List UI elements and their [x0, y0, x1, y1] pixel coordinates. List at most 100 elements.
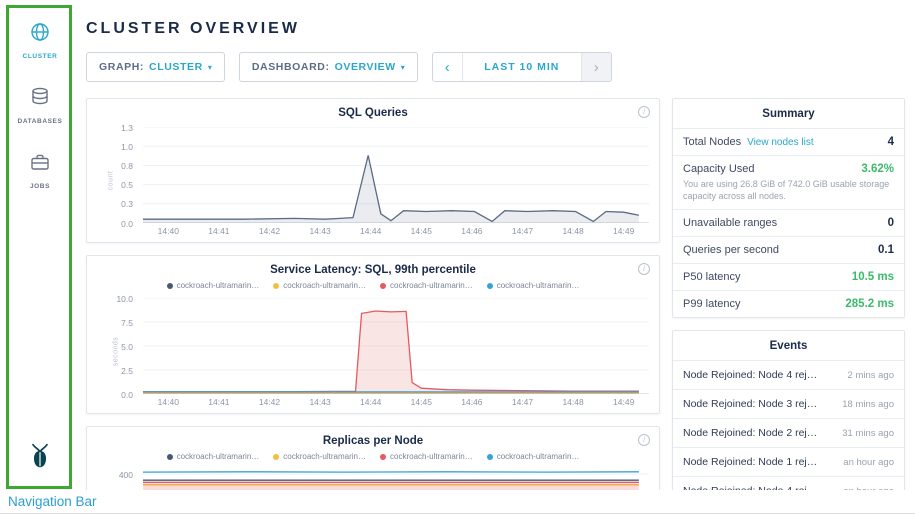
y-axis-labels: 0.00.30.50.81.01.3 [97, 127, 139, 223]
event-row[interactable]: Node Rejoined: Node 2 rej…31 mins ago [673, 418, 904, 447]
sidebar-item-jobs[interactable]: JOBS [29, 151, 51, 190]
legend-dot [487, 454, 493, 460]
main-content: CLUSTER OVERVIEW GRAPH: CLUSTER ▾ DASHBO… [86, 12, 660, 490]
legend-item[interactable]: cockroach-ultramarin… [487, 281, 580, 290]
chart-title: Replicas per Node [97, 435, 649, 447]
legend-dot [167, 283, 173, 289]
x-tick-label: 14:48 [562, 397, 583, 407]
info-icon[interactable]: i [638, 263, 650, 275]
jobs-briefcase-icon [29, 151, 51, 178]
y-tick-label: 400 [119, 470, 133, 480]
summary-row: Total NodesView nodes list4 [673, 128, 904, 155]
event-time: 18 mins ago [842, 399, 894, 410]
summary-row-line: Queries per second0.1 [683, 244, 894, 256]
sidebar-item-databases[interactable]: DATABASES [18, 86, 63, 125]
legend-item[interactable]: cockroach-ultramarin… [380, 281, 473, 290]
summary-row: Unavailable ranges0 [673, 209, 904, 236]
chart-legend: cockroach-ultramarin… cockroach-ultramari… [97, 452, 649, 461]
x-tick-label: 14:49 [613, 226, 634, 236]
y-axis-labels: 400 [97, 469, 139, 490]
x-tick-label: 14:46 [461, 397, 482, 407]
x-tick-label: 14:47 [512, 226, 533, 236]
summary-value: 285.2 ms [845, 298, 894, 310]
annotation-caption: Navigation Bar [8, 494, 97, 509]
legend-item[interactable]: cockroach-ultramarin… [273, 452, 366, 461]
view-nodes-list-link[interactable]: View nodes list [747, 137, 814, 148]
x-tick-label: 14:44 [360, 397, 381, 407]
legend-label: cockroach-ultramarin… [177, 281, 260, 290]
time-range-label[interactable]: LAST 10 MIN [463, 53, 581, 81]
summary-label: P50 latency [683, 271, 740, 283]
y-tick-label: 7.5 [121, 318, 133, 328]
event-text: Node Rejoined: Node 3 rej… [683, 398, 817, 410]
legend-dot [380, 283, 386, 289]
page-divider [0, 513, 915, 514]
summary-row-line: P99 latency 285.2 ms [683, 298, 894, 310]
chart-plot-area: count 0.00.30.50.81.01.3 14:4014:4114:42… [97, 127, 649, 238]
chart-title: SQL Queries [97, 107, 649, 119]
summary-row: Capacity Used3.62%You are using 26.8 GiB… [673, 155, 904, 209]
graph-dropdown[interactable]: GRAPH: CLUSTER ▾ [86, 52, 225, 82]
x-tick-label: 14:45 [411, 397, 432, 407]
summary-panel: Summary Total NodesView nodes list4Capac… [672, 98, 905, 318]
summary-row: Queries per second0.1 [673, 236, 904, 263]
cockroachdb-logo[interactable] [27, 442, 53, 475]
chart-panel-sql-queries: SQL Queries i count 0.00.30.50.81.01.3 1… [86, 98, 660, 243]
summary-row-line: Total NodesView nodes list4 [683, 136, 894, 148]
sidebar-item-label: CLUSTER [23, 53, 58, 60]
summary-row-line: P50 latency10.5 ms [683, 271, 894, 283]
event-time: an hour ago [843, 486, 894, 490]
chart-panel-replicas-per-node: Replicas per Node i cockroach-ultramarin… [86, 426, 660, 490]
time-next-button[interactable]: › [581, 53, 611, 81]
dashboard-dropdown[interactable]: DASHBOARD: OVERVIEW ▾ [239, 52, 418, 82]
x-tick-label: 14:43 [309, 226, 330, 236]
legend-label: cockroach-ultramarin… [497, 452, 580, 461]
event-row[interactable]: Node Rejoined: Node 4 rej…2 mins ago [673, 360, 904, 389]
event-text: Node Rejoined: Node 4 rej… [683, 485, 817, 490]
y-tick-label: 0.0 [121, 390, 133, 400]
sidebar-item-label: DATABASES [18, 118, 63, 125]
x-tick-label: 14:43 [309, 397, 330, 407]
x-tick-label: 14:45 [411, 226, 432, 236]
summary-label: Unavailable ranges [683, 217, 777, 229]
x-tick-label: 14:46 [461, 226, 482, 236]
cluster-globe-icon [29, 21, 51, 48]
legend-item[interactable]: cockroach-ultramarin… [167, 281, 260, 290]
y-tick-label: 0.5 [121, 180, 133, 190]
info-icon[interactable]: i [638, 106, 650, 118]
summary-label: Total Nodes [683, 136, 741, 148]
events-title: Events [673, 331, 904, 360]
page-title: CLUSTER OVERVIEW [86, 20, 660, 38]
chart-panel-service-latency: Service Latency: SQL, 99th percentile i … [86, 255, 660, 414]
summary-note: You are using 26.8 GiB of 742.0 GiB usab… [683, 178, 894, 202]
event-row[interactable]: Node Rejoined: Node 1 rej…an hour ago [673, 447, 904, 476]
events-rows: Node Rejoined: Node 4 rej…2 mins agoNode… [673, 360, 904, 490]
summary-row: P50 latency10.5 ms [673, 263, 904, 290]
y-tick-label: 0.0 [121, 219, 133, 229]
chevron-down-icon: ▾ [401, 63, 405, 72]
event-row[interactable]: Node Rejoined: Node 4 rej… an hour ago [673, 476, 904, 490]
event-row[interactable]: Node Rejoined: Node 3 rej… 18 mins ago [673, 389, 904, 418]
summary-label: P99 latency [683, 298, 740, 310]
x-tick-label: 14:47 [512, 397, 533, 407]
legend-label: cockroach-ultramarin… [177, 452, 260, 461]
sidebar-item-cluster[interactable]: CLUSTER [23, 21, 58, 60]
legend-item[interactable]: cockroach-ultramarin… [273, 281, 366, 290]
legend-label: cockroach-ultramarin… [283, 452, 366, 461]
legend-item[interactable]: cockroach-ultramarin… [380, 452, 473, 461]
time-prev-button[interactable]: ‹ [433, 53, 463, 81]
y-tick-label: 5.0 [121, 342, 133, 352]
summary-label: Queries per second [683, 244, 779, 256]
legend-item[interactable]: cockroach-ultramarin… [167, 452, 260, 461]
legend-dot [167, 454, 173, 460]
event-text: Node Rejoined: Node 1 rej… [683, 456, 817, 468]
legend-item[interactable]: cockroach-ultramarin… [487, 452, 580, 461]
event-text: Node Rejoined: Node 4 rej… [683, 369, 817, 381]
event-time: 31 mins ago [842, 428, 894, 439]
x-axis-labels: 14:4014:4114:4214:4314:4414:4514:4614:47… [143, 394, 649, 409]
legend-label: cockroach-ultramarin… [390, 281, 473, 290]
y-tick-label: 0.8 [121, 161, 133, 171]
y-tick-label: 2.5 [121, 366, 133, 376]
y-tick-label: 10.0 [116, 294, 133, 304]
info-icon[interactable]: i [638, 434, 650, 446]
